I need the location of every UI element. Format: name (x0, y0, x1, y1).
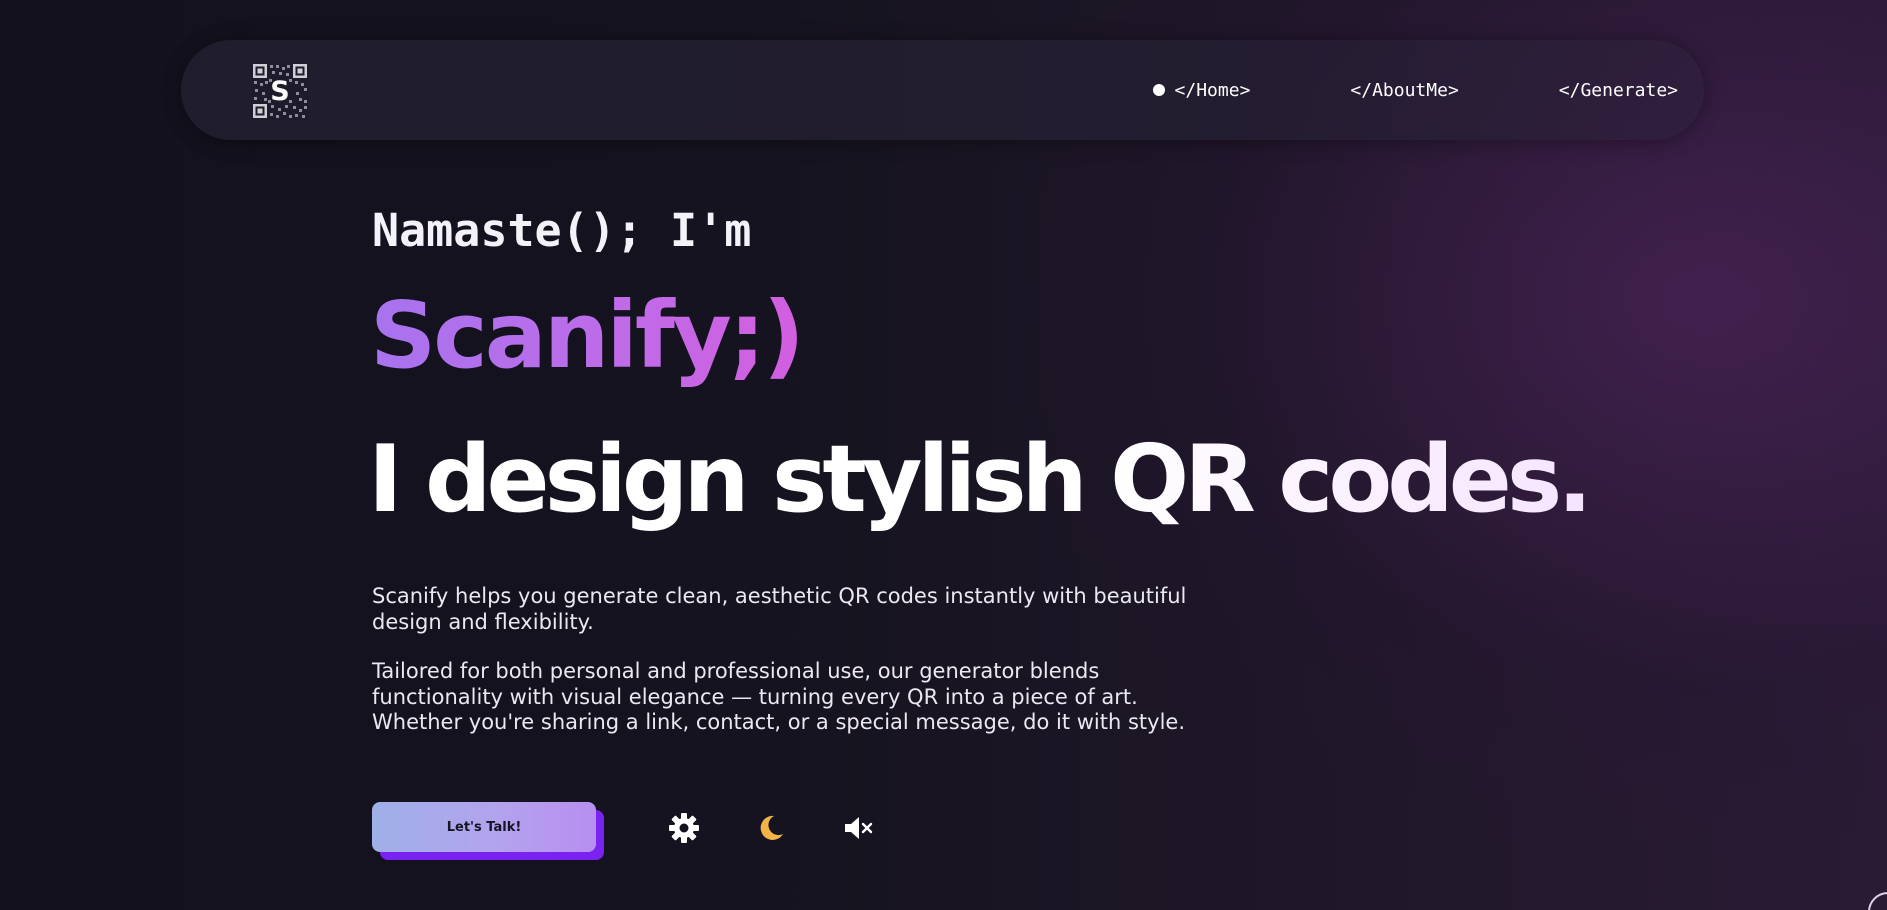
nav-links: </Home> </AboutMe> </Generate> (1152, 40, 1678, 140)
hero-description-2: Tailored for both personal and professio… (372, 659, 1186, 734)
hero-brand-name: Scanify;) (370, 282, 805, 389)
nav-generate-label: </Generate> (1558, 79, 1678, 101)
settings-button[interactable] (664, 808, 704, 848)
hero-greeting: Namaste(); I'm (372, 204, 752, 257)
nav-home-label: </Home> (1174, 79, 1251, 101)
nav-home-link[interactable]: </Home> (1152, 79, 1251, 101)
theme-toggle-button[interactable] (751, 808, 791, 848)
moon-icon (760, 815, 783, 840)
nav-aboutme-link[interactable]: </AboutMe> (1350, 80, 1458, 101)
logo[interactable]: S (251, 62, 309, 120)
speaker-muted-icon (845, 817, 873, 839)
sound-toggle-button[interactable] (838, 808, 878, 848)
gear-icon (669, 813, 699, 843)
lets-talk-button[interactable]: Let's Talk! (372, 802, 596, 852)
nav-generate-link[interactable]: </Generate> (1559, 80, 1678, 101)
hero-description-1: Scanify helps you generate clean, aesthe… (372, 584, 1187, 634)
logo-letter: S (270, 75, 290, 107)
cta-container: Let's Talk! (372, 802, 604, 860)
nav-aboutme-label: </AboutMe> (1350, 79, 1459, 101)
navbar: S </Home> </AboutMe> </Generate> (181, 40, 1704, 140)
active-dot-icon (1152, 84, 1165, 96)
hero-tagline: I design stylish QR codes. (368, 425, 1593, 533)
